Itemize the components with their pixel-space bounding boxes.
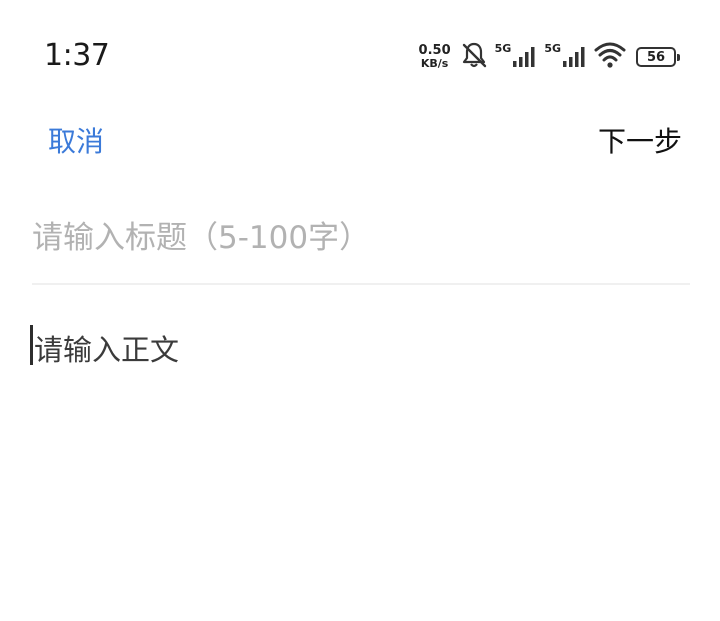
sim2-network-label: 5G <box>544 42 561 55</box>
divider <box>32 283 690 285</box>
status-time: 1:37 <box>44 38 110 73</box>
text-caret <box>30 325 33 365</box>
cancel-button[interactable]: 取消 <box>48 120 104 160</box>
signal-bars-icon <box>562 46 588 72</box>
wifi-icon <box>594 41 626 73</box>
battery-level: 56 <box>646 49 666 65</box>
nav-bar: 取消 下一步 <box>0 110 720 170</box>
sim2-signal: 5G <box>544 42 588 72</box>
bell-muted-icon <box>459 40 489 74</box>
network-speed-value: 0.50 <box>418 43 451 58</box>
status-bar: 1:37 0.50 KB/s 5G 5G 56 <box>0 0 720 110</box>
next-step-button[interactable]: 下一步 <box>598 120 682 160</box>
battery-icon: 56 <box>636 47 680 67</box>
network-speed-unit: KB/s <box>420 57 449 70</box>
network-speed: 0.50 KB/s <box>419 44 451 70</box>
sim1-signal: 5G <box>495 42 539 72</box>
sim1-network-label: 5G <box>494 42 512 55</box>
status-icons: 0.50 KB/s 5G 5G 56 <box>419 40 680 74</box>
signal-bars-icon <box>512 46 538 72</box>
body-placeholder: 请输入正文 <box>34 333 180 367</box>
body-input[interactable]: 请输入正文 <box>30 325 690 605</box>
title-input[interactable] <box>32 212 690 264</box>
